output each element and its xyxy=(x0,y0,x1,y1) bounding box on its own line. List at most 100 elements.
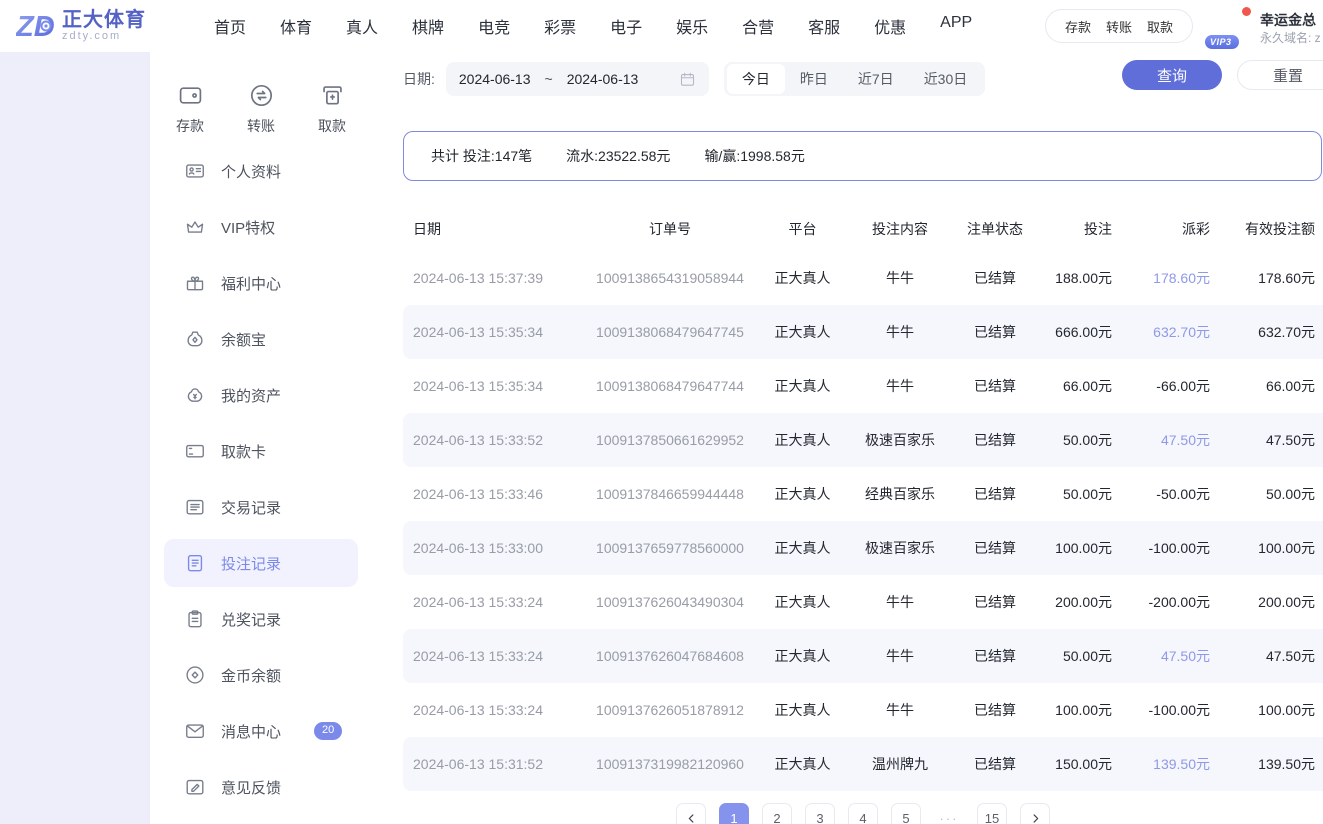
navbar-right: 存款转账取款 VIP3 幸运金总 永久域名: z xyxy=(1045,4,1323,48)
sidebar-item-purse[interactable]: 我的资产 xyxy=(150,367,372,423)
date-to: 2024-06-13 xyxy=(567,71,639,87)
cell-platform: 正大真人 xyxy=(755,305,850,359)
sidebar-item-label: VIP特权 xyxy=(221,217,275,238)
user-domain-note: 永久域名: z xyxy=(1260,30,1321,47)
list-icon xyxy=(184,496,206,518)
sidebar-item-clipboard[interactable]: 兑奖记录 xyxy=(150,591,372,647)
cell-bet-content: 极速百家乐 xyxy=(850,413,950,467)
bank-card-icon xyxy=(184,440,206,462)
nav-item[interactable]: 优惠 xyxy=(874,14,906,38)
sidebar-item-gift[interactable]: 福利中心 xyxy=(150,255,372,311)
nav-item[interactable]: 彩票 xyxy=(544,14,576,38)
nav-item[interactable]: 客服 xyxy=(808,14,840,38)
page-button[interactable]: 3 xyxy=(805,803,835,824)
id-card-icon xyxy=(184,160,206,182)
cell-bet-amount: 200.00元 xyxy=(1040,575,1120,629)
cell-date: 2024-06-13 15:33:00 xyxy=(403,521,585,575)
sidebar-item-doc[interactable]: 投注记录 xyxy=(164,539,358,587)
wallet-pill[interactable]: 转账 xyxy=(1106,17,1132,36)
sidebar-item-coin[interactable]: 金币余额 xyxy=(150,647,372,703)
table-row: 2024-06-13 15:31:521009137319982120960正大… xyxy=(403,737,1323,791)
reset-button[interactable]: 重置 xyxy=(1237,60,1323,90)
nav-item[interactable]: 合营 xyxy=(742,14,774,38)
nav-item[interactable]: 娱乐 xyxy=(676,14,708,38)
cell-bet-amount: 50.00元 xyxy=(1040,467,1120,521)
cell-date: 2024-06-13 15:33:46 xyxy=(403,467,585,521)
vip-badge: VIP3 xyxy=(1205,35,1239,49)
brand-domain: zdty.com xyxy=(62,31,146,43)
range-button[interactable]: 今日 xyxy=(727,64,785,94)
cell-payout: -50.00元 xyxy=(1120,467,1218,521)
cell-valid-bet: 178.60元 xyxy=(1218,251,1323,305)
prev-page-button[interactable] xyxy=(676,803,706,824)
column-header: 订单号 xyxy=(585,207,755,251)
range-button[interactable]: 昨日 xyxy=(785,64,843,94)
table-row: 2024-06-13 15:33:001009137659778560000正大… xyxy=(403,521,1323,575)
cell-valid-bet: 100.00元 xyxy=(1218,683,1323,737)
page: ZD 正大体育 zdty.com 首页 体育 真人 棋牌 电竞 彩票 电子 娱乐 合营 客服 优惠 A… xyxy=(0,0,1323,824)
range-button[interactable]: 近30日 xyxy=(909,64,983,94)
cell-platform: 正大真人 xyxy=(755,467,850,521)
cell-status: 已结算 xyxy=(950,521,1040,575)
doc-icon xyxy=(184,552,206,574)
cell-payout: 178.60元 xyxy=(1120,251,1218,305)
nav-item[interactable]: APP xyxy=(940,14,972,38)
brand-logo[interactable]: ZD 正大体育 zdty.com xyxy=(16,7,174,45)
quick-range-group: 今日昨日近7日近30日 xyxy=(724,62,985,96)
table-header: 日期订单号平台投注内容注单状态投注派彩有效投注额 xyxy=(403,207,1323,251)
cell-status: 已结算 xyxy=(950,251,1040,305)
page-button[interactable]: 5 xyxy=(891,803,921,824)
sidebar-item-label: 消息中心 xyxy=(221,721,281,742)
date-range-input[interactable]: 2024-06-13 ~ 2024-06-13 xyxy=(446,62,709,96)
cell-date: 2024-06-13 15:33:24 xyxy=(403,683,585,737)
sidebar-item-label: 投注记录 xyxy=(221,553,281,574)
page-button[interactable]: 2 xyxy=(762,803,792,824)
sidebar-item-pouch[interactable]: 余额宝 xyxy=(150,311,372,367)
page-button[interactable]: 1 xyxy=(719,803,749,824)
nav-item[interactable]: 电竞 xyxy=(478,14,510,38)
cell-bet-content: 牛牛 xyxy=(850,359,950,413)
wallet-pill[interactable]: 取款 xyxy=(1147,17,1173,36)
cell-date: 2024-06-13 15:35:34 xyxy=(403,305,585,359)
sidebar-item-bank-card[interactable]: 取款卡 xyxy=(150,423,372,479)
nav-item[interactable]: 棋牌 xyxy=(412,14,444,38)
cell-payout: -200.00元 xyxy=(1120,575,1218,629)
user-name: 幸运金总 xyxy=(1260,10,1321,30)
sidebar-item-crown[interactable]: VIP特权 xyxy=(150,199,372,255)
sidebar-item-list[interactable]: 交易记录 xyxy=(150,479,372,535)
cell-date: 2024-06-13 15:33:52 xyxy=(403,413,585,467)
quick-action-label: 存款 xyxy=(176,116,204,136)
pagination: 12345···15 xyxy=(403,803,1323,824)
nav-item[interactable]: 真人 xyxy=(346,14,378,38)
page-button[interactable]: 15 xyxy=(977,803,1007,824)
quick-action-wallet[interactable]: 存款 xyxy=(176,82,204,136)
sidebar: 存款 转账取款 个人资料 VIP特权福利中心余额宝我的资产取款卡交易记录投注记录兑奖… xyxy=(150,52,372,824)
cell-order-number: 1009138068479647744 xyxy=(585,359,755,413)
page-button[interactable]: 4 xyxy=(848,803,878,824)
quick-action-card-out[interactable]: 取款 xyxy=(318,82,346,136)
cell-bet-content: 经典百家乐 xyxy=(850,467,950,521)
sidebar-item-edit[interactable]: 意见反馈 xyxy=(150,759,372,815)
nav-item[interactable]: 体育 xyxy=(280,14,312,38)
cell-valid-bet: 47.50元 xyxy=(1218,413,1323,467)
query-button[interactable]: 查询 xyxy=(1122,60,1222,90)
top-navbar: ZD 正大体育 zdty.com 首页 体育 真人 棋牌 电竞 彩票 电子 娱乐 合营 客服 优惠 A… xyxy=(0,0,1323,52)
chev-left-icon xyxy=(685,812,698,824)
cell-bet-amount: 100.00元 xyxy=(1040,683,1120,737)
brand-logo-icon: ZD xyxy=(16,7,58,45)
next-page-button[interactable] xyxy=(1020,803,1050,824)
wallet-icon xyxy=(177,82,204,109)
cell-bet-content: 牛牛 xyxy=(850,575,950,629)
user-area[interactable]: VIP3 幸运金总 永久域名: z xyxy=(1213,4,1323,48)
quick-action-transfer[interactable]: 转账 xyxy=(247,82,275,136)
date-from: 2024-06-13 xyxy=(459,71,531,87)
cell-bet-content: 牛牛 xyxy=(850,629,950,683)
range-button[interactable]: 近7日 xyxy=(843,64,909,94)
sidebar-item-id-card[interactable]: 个人资料 xyxy=(150,143,372,199)
cell-valid-bet: 632.70元 xyxy=(1218,305,1323,359)
nav-item[interactable]: 电子 xyxy=(610,14,642,38)
nav-item[interactable]: 首页 xyxy=(214,14,246,38)
wallet-pill[interactable]: 存款 xyxy=(1065,17,1091,36)
sidebar-item-mail[interactable]: 消息中心20 xyxy=(150,703,372,759)
cell-status: 已结算 xyxy=(950,305,1040,359)
